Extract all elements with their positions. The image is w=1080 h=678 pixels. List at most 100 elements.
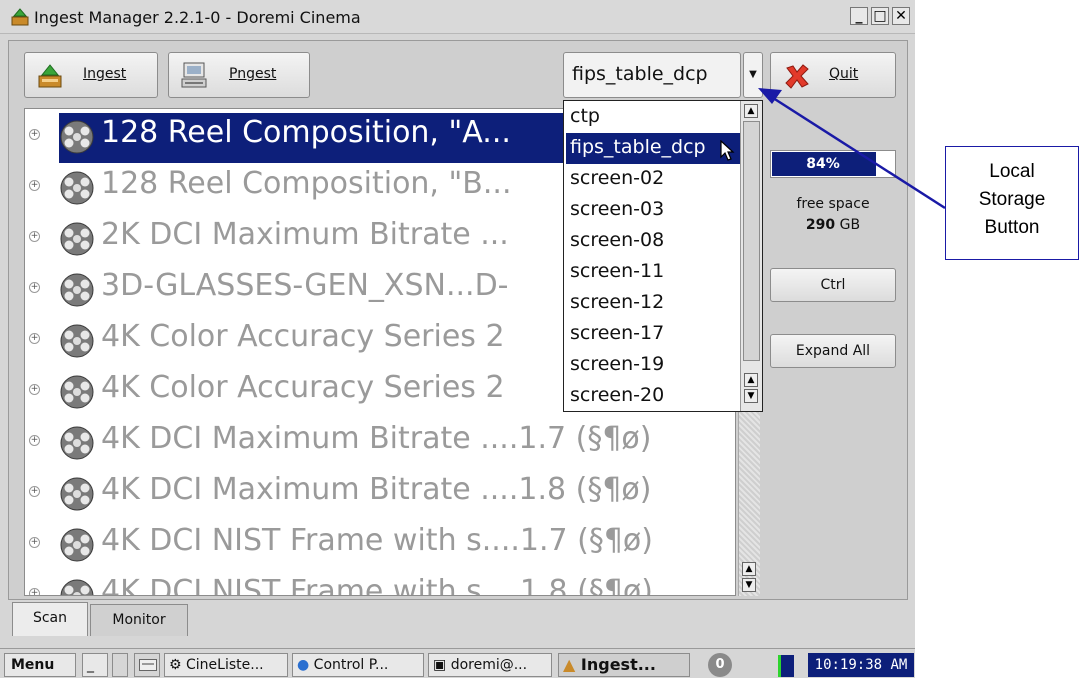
expand-toggle-icon[interactable]: + bbox=[29, 180, 40, 191]
dropdown-scroll-up[interactable]: ▲ bbox=[744, 104, 758, 118]
film-reel-icon bbox=[57, 119, 97, 159]
dropdown-scroll-up-lower[interactable]: ▲ bbox=[744, 373, 758, 387]
expand-toggle-icon[interactable]: + bbox=[29, 282, 40, 293]
notification-badge[interactable]: 0 bbox=[708, 653, 732, 677]
content-title: 4K DCI NIST Frame with s....1.7 (§¶ø) bbox=[101, 523, 653, 558]
taskbar-item-control-panel[interactable]: ● Control P... bbox=[292, 653, 424, 677]
free-space-label: free space bbox=[796, 196, 870, 212]
content-title: 4K DCI NIST Frame with s....1.8 (§¶ø) bbox=[101, 574, 653, 596]
film-reel-icon bbox=[57, 578, 97, 595]
expand-toggle-icon[interactable]: + bbox=[29, 129, 40, 140]
3d-film-reel-icon bbox=[57, 272, 97, 312]
content-title: 128 Reel Composition, "B... bbox=[101, 166, 512, 201]
gear-icon: ● bbox=[297, 657, 310, 673]
expand-toggle-icon[interactable]: + bbox=[29, 486, 40, 497]
content-title: 3D-GLASSES-GEN_XSN...D- bbox=[101, 268, 509, 303]
storage-dropdown-arrow[interactable]: ▼ bbox=[743, 52, 763, 98]
expand-toggle-icon[interactable]: + bbox=[29, 537, 40, 548]
film-reel-icon bbox=[57, 425, 97, 465]
taskbar-item-control-panel-label: Control P... bbox=[313, 657, 389, 673]
storage-option[interactable]: screen-03 bbox=[566, 195, 740, 226]
taskbar-menu-button[interactable]: Menu bbox=[4, 653, 76, 677]
taskbar-minimize-button[interactable]: _ bbox=[82, 653, 108, 677]
annotation-line-3: Button bbox=[984, 217, 1040, 238]
close-button[interactable]: ✕ bbox=[892, 7, 910, 25]
content-list-item[interactable]: +4K DCI NIST Frame with s....1.7 (§¶ø) bbox=[25, 521, 735, 567]
pngest-label: Pngest bbox=[229, 66, 277, 82]
tab-scan[interactable]: Scan bbox=[12, 602, 88, 636]
content-title: 128 Reel Composition, "A... bbox=[101, 115, 511, 150]
title-bar: Ingest Manager 2.2.1-0 - Doremi Cinema _… bbox=[0, 0, 915, 34]
network-indicator bbox=[778, 655, 794, 677]
computer-icon bbox=[181, 62, 207, 88]
annotation-line-2: Storage bbox=[978, 189, 1046, 210]
ctrl-button[interactable]: Ctrl bbox=[770, 268, 896, 302]
content-list-item[interactable]: +4K DCI NIST Frame with s....1.8 (§¶ø) bbox=[25, 572, 735, 596]
tree-scroll-down[interactable]: ▼ bbox=[742, 578, 756, 592]
film-reel-icon bbox=[57, 221, 97, 261]
quit-label: Quit bbox=[829, 66, 859, 82]
expand-all-label: Expand All bbox=[795, 343, 871, 359]
pngest-button[interactable]: Pngest bbox=[168, 52, 310, 98]
taskbar-item-ingest-label: Ingest... bbox=[580, 655, 656, 674]
taskbar-item-ingest[interactable]: ▲ Ingest... bbox=[558, 653, 690, 677]
storage-option[interactable]: screen-19 bbox=[566, 350, 740, 381]
ingest-taskbar-icon: ▲ bbox=[563, 655, 576, 674]
taskbar-item-terminal[interactable]: ▣ doremi@... bbox=[428, 653, 552, 677]
expand-toggle-icon[interactable]: + bbox=[29, 231, 40, 242]
quit-button[interactable]: Quit bbox=[770, 52, 896, 98]
disk-usage-percent: 84% bbox=[806, 156, 840, 172]
expand-toggle-icon[interactable]: + bbox=[29, 588, 40, 595]
content-title: 4K Color Accuracy Series 2 bbox=[101, 319, 505, 354]
dropdown-scrollbar[interactable]: ▲ ▲ ▼ bbox=[740, 101, 762, 411]
tab-monitor[interactable]: Monitor bbox=[90, 604, 188, 636]
dropdown-scroll-thumb[interactable] bbox=[743, 121, 760, 361]
expand-toggle-icon[interactable]: + bbox=[29, 333, 40, 344]
expand-toggle-icon[interactable]: + bbox=[29, 384, 40, 395]
content-title: 2K DCI Maximum Bitrate ... bbox=[101, 217, 509, 252]
ctrl-label: Ctrl bbox=[820, 277, 846, 293]
ingest-label: Ingest bbox=[83, 66, 127, 82]
film-reel-icon bbox=[57, 323, 97, 363]
ingest-icon bbox=[38, 64, 62, 88]
terminal-icon: ▣ bbox=[433, 657, 447, 673]
annotation-callout: Local Storage Button bbox=[945, 146, 1079, 260]
storage-option[interactable]: screen-02 bbox=[566, 164, 740, 195]
content-title: 4K DCI Maximum Bitrate ....1.8 (§¶ø) bbox=[101, 472, 652, 507]
maximize-button[interactable]: □ bbox=[871, 7, 889, 25]
expand-toggle-icon[interactable]: + bbox=[29, 435, 40, 446]
annotation-line-1: Local bbox=[989, 161, 1035, 182]
tab-monitor-label: Monitor bbox=[112, 612, 166, 628]
storage-option[interactable]: screen-08 bbox=[566, 226, 740, 257]
free-space-unit: GB bbox=[839, 217, 861, 233]
keyboard-icon bbox=[139, 659, 157, 671]
taskbar-item-cinelister[interactable]: ⚙ CineListe... bbox=[164, 653, 288, 677]
minimize-button[interactable]: _ bbox=[850, 7, 868, 25]
taskbar-separator bbox=[112, 653, 128, 677]
taskbar-item-cinelister-label: CineListe... bbox=[186, 657, 264, 673]
ingest-button[interactable]: Ingest bbox=[24, 52, 158, 98]
ingest-app-icon bbox=[11, 8, 29, 26]
content-list-item[interactable]: +4K DCI Maximum Bitrate ....1.7 (§¶ø) bbox=[25, 419, 735, 465]
taskbar-item-terminal-label: doremi@... bbox=[450, 657, 528, 673]
dropdown-scroll-down[interactable]: ▼ bbox=[744, 389, 758, 403]
free-space-value: 290 GB bbox=[770, 217, 896, 233]
film-reel-icon bbox=[57, 527, 97, 567]
local-storage-combo[interactable]: fips_table_dcp bbox=[563, 52, 741, 98]
film-reel-icon bbox=[57, 170, 97, 210]
expand-all-button[interactable]: Expand All bbox=[770, 334, 896, 368]
taskbar-clock: 10:19:38 AM bbox=[808, 653, 914, 677]
storage-option[interactable]: screen-12 bbox=[566, 288, 740, 319]
taskbar-keyboard[interactable] bbox=[134, 653, 160, 677]
storage-option[interactable]: screen-20 bbox=[566, 381, 740, 412]
tree-scroll-up[interactable]: ▲ bbox=[742, 562, 756, 576]
storage-option[interactable]: fips_table_dcp bbox=[566, 133, 740, 164]
free-space-amount: 290 bbox=[805, 217, 836, 233]
storage-option[interactable]: screen-17 bbox=[566, 319, 740, 350]
content-title: 4K Color Accuracy Series 2 bbox=[101, 370, 505, 405]
storage-option[interactable]: ctp bbox=[566, 102, 740, 133]
content-list-item[interactable]: +4K DCI Maximum Bitrate ....1.8 (§¶ø) bbox=[25, 470, 735, 514]
storage-option[interactable]: screen-11 bbox=[566, 257, 740, 288]
content-title: 4K DCI Maximum Bitrate ....1.7 (§¶ø) bbox=[101, 421, 652, 456]
taskbar: Menu _ ⚙ CineListe... ● Control P... ▣ d… bbox=[0, 648, 915, 678]
